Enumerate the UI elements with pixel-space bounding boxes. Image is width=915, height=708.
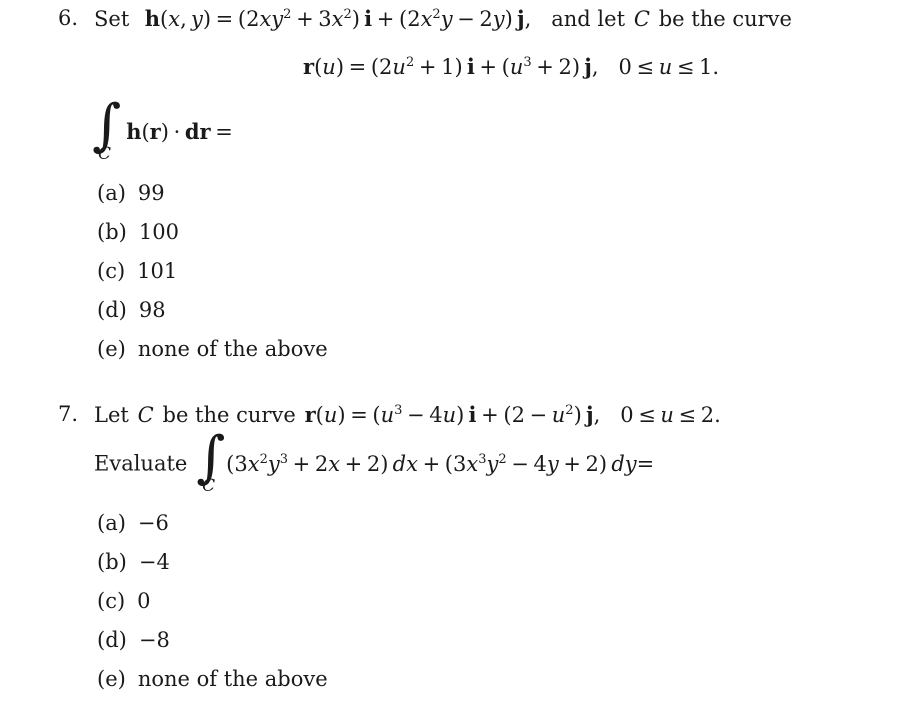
integral-sign-q7: ∫ C [196,425,226,497]
option-label: (a) [97,511,126,535]
question-7-option-b[interactable]: (b) −4 [97,550,170,574]
option-label: (d) [97,298,127,322]
option-label: (c) [97,259,126,283]
question-7-parametrization: r(u) = (u3−4u) i + (2− u2) j, 0 ≤ u ≤2. [304,402,721,427]
question-6-option-c[interactable]: (c) 101 [97,259,177,283]
question-6-integral: ∫ C h(r) · dr = [92,93,237,165]
question-7-number: 7. [58,402,79,426]
option-label: (e) [97,337,126,361]
question-6-option-d[interactable]: (d) 98 [97,298,166,322]
question-7-evaluate-line: Evaluate ∫ C (3x2y3 +2x +2) dx + (3x3y2−4y +2) dy= [94,425,655,497]
question-6-vector-field: h(x, y) = (2xy2 +3x2) i + (2x2y −2y) j, [144,6,532,31]
question-6-option-a[interactable]: (a) 99 [97,181,165,205]
question-7-stem-prefix: Let [94,403,129,427]
question-6-integrand: h(r) · dr = [126,118,233,144]
question-6-stem-prefix: Set [94,7,130,31]
question-6-stem-suffix: and let [551,7,626,31]
question-7-option-d[interactable]: (d) −8 [97,628,170,652]
question-6-number: 6. [58,6,79,30]
document-page: 6. Set h(x, y) = (2xy2 +3x2) i + (2x2y −2y) j, and… [0,0,915,708]
option-value: 98 [138,298,166,322]
question-6-option-e[interactable]: (e) none of the above [97,337,328,361]
option-value: 100 [138,220,179,244]
option-value: none of the above [137,667,328,691]
option-label: (d) [97,628,127,652]
question-6-stem: Set h(x, y) = (2xy2 +3x2) i + (2x2y −2y) j, and le… [94,6,792,31]
option-value: −6 [137,511,169,535]
option-value: 0 [137,589,151,613]
question-7-stem: Let Cbe the curve r(u) = (u3−4u) i + (2− u2) j, 0 ≤… [94,402,721,427]
question-6-stem-tail: be the curve [658,7,792,31]
option-value: 99 [137,181,165,205]
question-7-stem-tail: be the curve [162,403,296,427]
question-7-evaluate-label: Evaluate [94,451,188,476]
integral-sign-q6: ∫ C [92,93,122,165]
option-label: (c) [97,589,126,613]
question-7-option-a[interactable]: (a) −6 [97,511,169,535]
option-label: (b) [97,220,127,244]
option-value: 101 [137,259,178,283]
question-7-option-e[interactable]: (e) none of the above [97,667,328,691]
option-label: (b) [97,550,127,574]
option-value: none of the above [137,337,328,361]
question-6-option-b[interactable]: (b) 100 [97,220,179,244]
question-6-parametrization: r(u) = (2u2 +1) i + (u3 +2) j, 0 ≤ u ≤1. [303,54,720,79]
option-value: −8 [138,628,170,652]
option-value: −4 [138,550,170,574]
question-7-integrand: (3x2y3 +2x +2) dx + (3x3y2−4y +2) dy= [226,451,655,476]
question-6-curve-symbol: C [633,7,650,31]
option-label: (a) [97,181,126,205]
question-7-curve-symbol: C [137,403,154,427]
question-7-option-c[interactable]: (c) 0 [97,589,151,613]
option-label: (e) [97,667,126,691]
